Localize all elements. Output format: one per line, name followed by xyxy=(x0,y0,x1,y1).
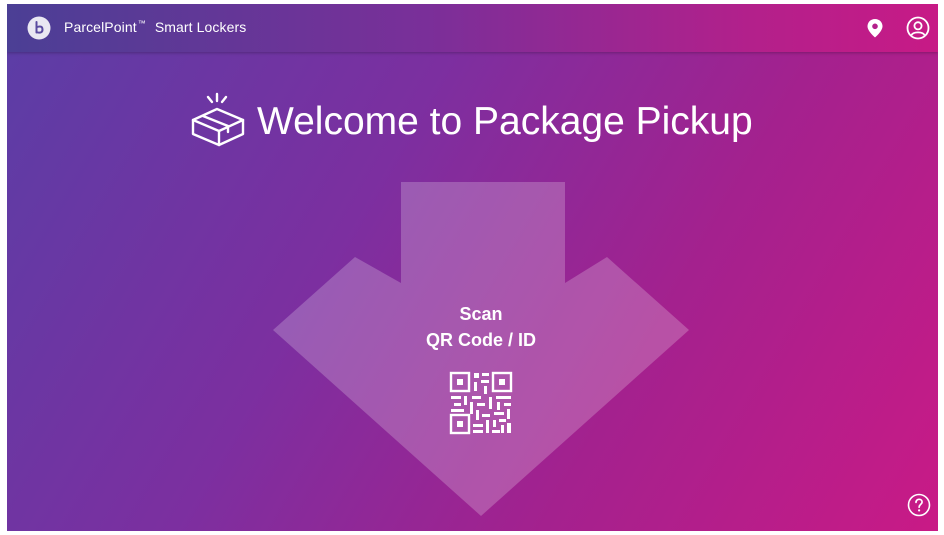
scan-prompt-line1: Scan xyxy=(459,304,503,324)
product-name: Smart Lockers xyxy=(154,19,247,35)
location-pin-icon[interactable] xyxy=(864,17,886,39)
package-box-icon xyxy=(191,92,245,147)
qr-code-icon xyxy=(449,371,513,435)
help-question-icon[interactable] xyxy=(907,493,931,517)
brand-title: ParcelPoint™ Smart Lockers xyxy=(64,19,246,35)
top-bar: ParcelPoint™ Smart Lockers xyxy=(7,4,938,52)
parcelpoint-logo-icon xyxy=(27,16,51,40)
user-account-icon[interactable] xyxy=(906,16,930,40)
scan-prompt-line2: QR Code / ID xyxy=(425,330,536,350)
kiosk-screen: ParcelPoint™ Smart Lockers Welcome to Pa… xyxy=(7,4,938,531)
kiosk-frame: ParcelPoint™ Smart Lockers Welcome to Pa… xyxy=(0,0,944,535)
page-title: Welcome to Package Pickup xyxy=(257,100,753,143)
brand-name: ParcelPoint xyxy=(64,19,137,35)
trademark-symbol: ™ xyxy=(137,19,146,28)
